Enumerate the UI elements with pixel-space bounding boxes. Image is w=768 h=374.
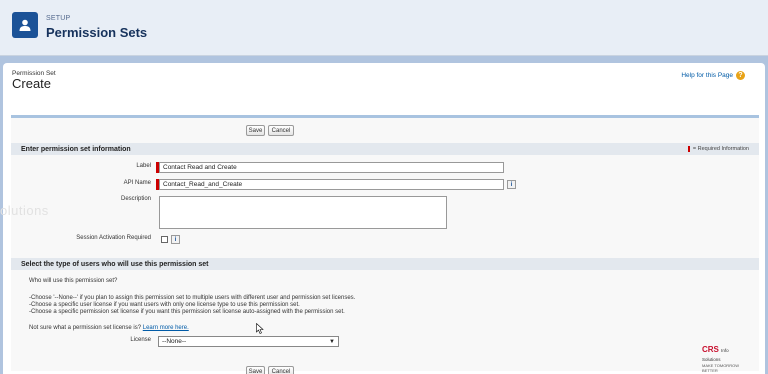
description-textarea[interactable] bbox=[159, 196, 447, 229]
info-icon[interactable]: i bbox=[507, 180, 516, 189]
page-title: Create bbox=[12, 76, 52, 91]
required-info-text: = Required Information bbox=[692, 146, 749, 152]
save-button-top[interactable]: Save bbox=[246, 125, 265, 136]
session-activation-checkbox[interactable] bbox=[161, 236, 168, 243]
help-icon: ? bbox=[736, 71, 745, 80]
section-header-info: Enter permission set information = Requi… bbox=[11, 143, 759, 155]
api-name-field-label: API Name bbox=[123, 180, 151, 186]
learn-more-link[interactable]: Learn more here. bbox=[143, 325, 189, 331]
required-marker bbox=[687, 146, 690, 152]
main-panel: Permission Set Create Help for this Page… bbox=[3, 63, 765, 374]
license-select[interactable]: --None-- ▼ bbox=[158, 336, 339, 347]
instruction-line-1: -Choose '--None--' if you plan to assign… bbox=[29, 295, 356, 301]
section-title: Select the type of users who will use th… bbox=[21, 260, 209, 268]
header-eyebrow: SETUP bbox=[46, 15, 71, 22]
api-name-input[interactable]: Contact_Read_and_Create bbox=[159, 179, 504, 190]
description-field-label: Description bbox=[120, 196, 151, 202]
logo-main: CRS Info Solutions bbox=[702, 345, 729, 362]
chevron-down-icon: ▼ bbox=[329, 338, 335, 345]
user-icon bbox=[12, 12, 38, 38]
watermark-text: olutions bbox=[0, 203, 49, 218]
logo-tagline: MAKE TOMORROW BETTER bbox=[702, 363, 739, 373]
license-selected-value: --None-- bbox=[162, 338, 187, 345]
save-button-bottom[interactable]: Save bbox=[246, 366, 265, 374]
label-field-label: Label bbox=[136, 163, 151, 169]
required-info-legend: = Required Information bbox=[687, 143, 749, 155]
section-header-user-type: Select the type of users who will use th… bbox=[11, 258, 759, 270]
crs-logo: CRS Info Solutions MAKE TOMORROW BETTER bbox=[702, 345, 742, 373]
section-title: Enter permission set information bbox=[21, 145, 131, 153]
license-help-text: Not sure what a permission set license i… bbox=[29, 325, 189, 331]
help-link-label: Help for this Page bbox=[681, 72, 733, 79]
mouse-cursor-icon bbox=[256, 323, 264, 334]
page-header-title: Permission Sets bbox=[46, 25, 148, 40]
not-sure-text: Not sure what a permission set license i… bbox=[29, 325, 142, 331]
cancel-button-bottom[interactable]: Cancel bbox=[268, 366, 294, 374]
instruction-line-3: -Choose a specific permission set licens… bbox=[29, 309, 345, 315]
help-link[interactable]: Help for this Page ? bbox=[681, 71, 745, 80]
user-type-question: Who will use this permission set? bbox=[29, 278, 118, 284]
permission-set-form: Save Cancel Enter permission set informa… bbox=[11, 115, 759, 374]
instruction-line-2: -Choose a specific user license if you w… bbox=[29, 302, 300, 308]
session-activation-label: Session Activation Required bbox=[76, 235, 151, 241]
label-input[interactable]: Contact Read and Create bbox=[159, 162, 504, 173]
info-icon[interactable]: i bbox=[171, 235, 180, 244]
license-label: License bbox=[130, 337, 151, 343]
cancel-button-top[interactable]: Cancel bbox=[268, 125, 294, 136]
app-header: SETUP Permission Sets bbox=[0, 0, 768, 56]
